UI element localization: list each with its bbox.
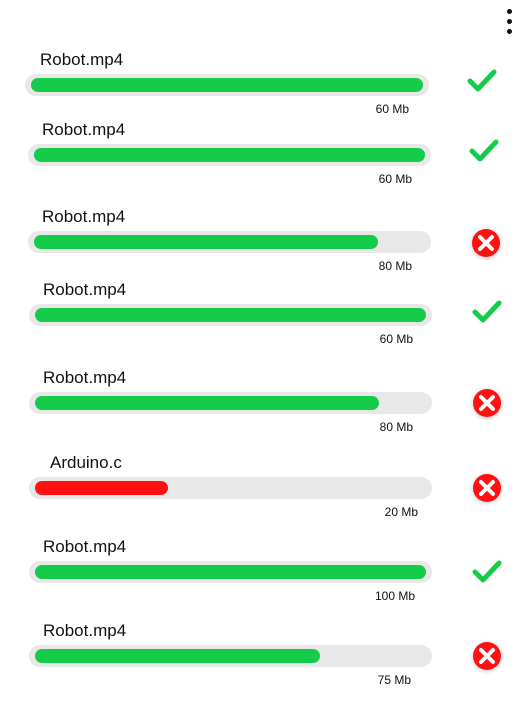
progress-bar-track [29, 392, 432, 414]
file-name: Robot.mp4 [42, 120, 126, 139]
file-row[interactable]: Robot.mp4 100 Mb [0, 537, 520, 617]
check-icon[interactable] [470, 295, 504, 329]
file-name: Robot.mp4 [43, 537, 127, 556]
file-size: 75 Mb [377, 673, 411, 687]
progress-bar-track [29, 561, 432, 583]
error-x-icon[interactable] [470, 386, 504, 420]
progress-bar-fill [35, 308, 426, 322]
file-name: Robot.mp4 [42, 207, 126, 226]
download-list: Robot.mp4 60 Mb Robot.mp4 60 Mb Robot.mp4 80 … [0, 0, 520, 720]
file-size: 60 Mb [378, 172, 412, 186]
error-x-icon[interactable] [469, 226, 503, 260]
file-size: 80 Mb [379, 420, 413, 434]
file-row[interactable]: Robot.mp4 60 Mb [0, 280, 520, 360]
file-row[interactable]: Robot.mp4 60 Mb [0, 50, 520, 130]
file-row[interactable]: Robot.mp4 60 Mb [0, 120, 520, 200]
progress-bar-track [28, 231, 431, 253]
file-size: 60 Mb [375, 102, 409, 116]
file-size: 80 Mb [378, 259, 412, 273]
progress-bar-fill [34, 235, 378, 249]
progress-bar-fill [35, 649, 320, 663]
progress-bar-fill [31, 78, 423, 92]
progress-bar-fill [34, 148, 425, 162]
error-x-icon[interactable] [470, 639, 504, 673]
check-icon[interactable] [465, 64, 499, 98]
progress-bar-fill [35, 396, 379, 410]
file-name: Robot.mp4 [43, 621, 127, 640]
progress-bar-track [28, 144, 431, 166]
file-name: Robot.mp4 [40, 50, 124, 69]
file-size: 100 Mb [374, 589, 415, 603]
file-row[interactable]: Robot.mp4 80 Mb [0, 368, 520, 448]
file-name: Robot.mp4 [43, 368, 127, 387]
file-row[interactable]: Robot.mp4 80 Mb [0, 207, 520, 287]
file-row[interactable]: Arduino.c 20 Mb [0, 453, 520, 533]
file-size: 20 Mb [384, 505, 418, 519]
progress-bar-fill [35, 565, 426, 579]
file-row[interactable]: Robot.mp4 75 Mb [0, 621, 520, 701]
check-icon[interactable] [470, 555, 504, 589]
file-name: Arduino.c [50, 453, 122, 472]
check-icon[interactable] [467, 134, 501, 168]
error-x-icon[interactable] [470, 471, 504, 505]
progress-bar-track [25, 74, 429, 96]
progress-bar-track [29, 477, 432, 499]
progress-bar-track [29, 304, 432, 326]
progress-bar-track [29, 645, 432, 667]
file-name: Robot.mp4 [43, 280, 127, 299]
file-size: 60 Mb [379, 332, 413, 346]
progress-bar-fill [35, 481, 168, 495]
